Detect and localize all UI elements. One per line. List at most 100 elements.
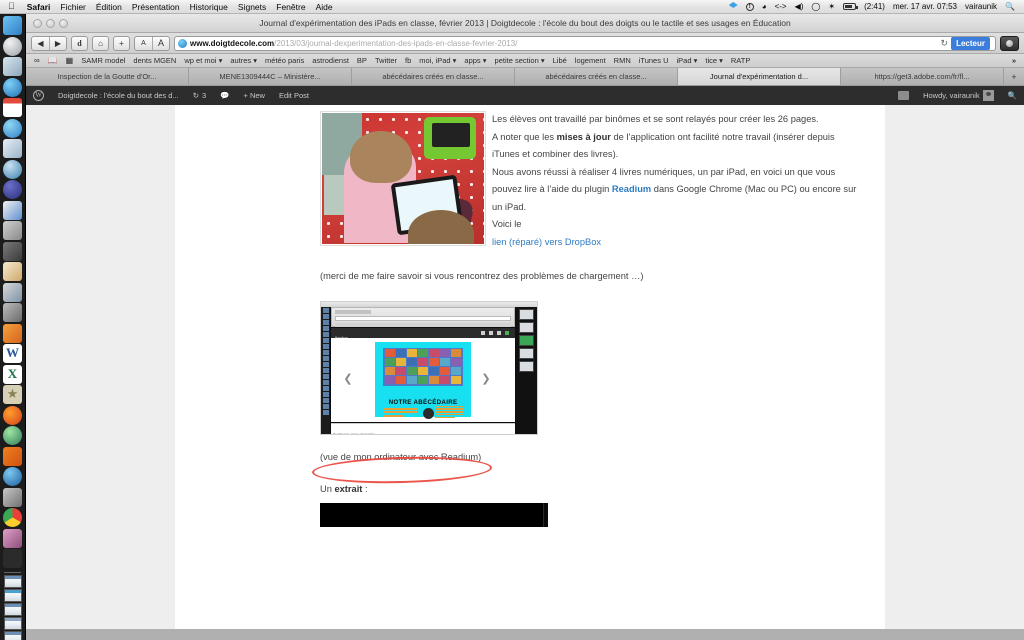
menu-item-aide[interactable]: Aide [311,0,338,14]
admin-new-button[interactable]: + New [237,86,272,105]
tab-mene1309444c[interactable]: MENE1309444C – Ministère... [189,68,352,85]
bookmark-moi-ipad[interactable]: moi, iPad ▾ [415,54,460,67]
menu-item-edition[interactable]: Édition [91,0,127,14]
dock-icon-preview[interactable] [3,221,22,240]
admin-site-name[interactable]: Doigtdecole : l'école du bout des d... [51,86,186,105]
readium-link[interactable]: Readium [612,184,651,194]
bookmark-libe[interactable]: Libé [549,54,571,67]
reader-button[interactable]: Lecteur [951,36,990,50]
bookmark-apps[interactable]: apps ▾ [460,54,490,67]
video-resize-handle[interactable] [543,502,548,527]
reading-list-icon[interactable]: ∞ [30,56,44,65]
dock-icon-globe-app[interactable] [3,426,22,445]
admin-search-icon[interactable]: 🔍 [1001,86,1024,105]
admin-howdy[interactable]: Howdy, vairaunik [916,86,1001,105]
tab-abecedaires-1[interactable]: abécédaires créés en classe... [352,68,515,85]
video-player[interactable] [320,502,548,527]
tab-inspection-goutte-dor[interactable]: Inspection de la Goutte d'Or... [26,68,189,85]
bookmark-ipad[interactable]: iPad ▾ [672,54,701,67]
dock-icon-excel[interactable]: X [3,364,22,384]
address-bar[interactable]: www.doigtdecole.com /2013/03/journal-dex… [174,35,996,51]
dock-icon-timemachine[interactable] [3,159,22,179]
dock-minimized-window[interactable] [3,588,22,602]
dock-icon-browser2[interactable] [3,77,22,97]
bookmark-astrodienst[interactable]: astrodienst [308,54,353,67]
admin-comments[interactable]: 💬 [213,86,236,105]
new-tab-button[interactable]: + [1004,68,1024,85]
dock-icon-compass[interactable] [3,180,22,199]
bookmark-meteo-paris[interactable]: météo paris [261,54,308,67]
window-controls[interactable] [26,18,68,28]
dock-icon-itunes[interactable] [3,118,22,138]
dock-icon-sketch[interactable] [3,323,22,343]
bookmark-autres[interactable]: autres ▾ [226,54,261,67]
text-smaller-button[interactable]: A [135,37,152,50]
dock-icon-ibooks[interactable] [3,139,22,158]
bookmark-rmn[interactable]: RMN [610,54,635,67]
zoom-button[interactable] [59,18,68,28]
add-bookmark-icon[interactable]: + [113,35,130,51]
window-title-bar[interactable]: Journal d'expérimentation des iPads en c… [26,14,1024,33]
dock-icon-safari[interactable] [3,36,22,56]
bookmark-fb[interactable]: fb [401,54,415,67]
prev-page-icon[interactable]: ❮ [343,373,353,387]
wifi-icon[interactable]: ◕ [758,2,771,11]
dropbox-link[interactable]: lien (réparé) vers DropBox [492,237,601,247]
text-larger-button[interactable]: A [152,36,169,50]
bookmark-petite-section[interactable]: petite section ▾ [491,54,549,67]
tab-abecedaires-2[interactable]: abécédaires créés en classe... [515,68,678,85]
bookmark-itunes-u[interactable]: iTunes U [635,54,673,67]
dock-icon-photobooth[interactable] [3,303,22,322]
exclamation-circle-icon[interactable]: ! [742,2,758,11]
chat-bubble-icon[interactable]: ◯ [807,2,824,11]
home-icon[interactable]: ⌂ [92,35,109,51]
dock-icon-calendar[interactable] [3,98,22,117]
tab-journal-experimentation[interactable]: Journal d'expérimentation d... [678,68,841,85]
menu-item-fenetre[interactable]: Fenêtre [271,0,310,14]
menu-item-signets[interactable]: Signets [233,0,271,14]
dock-icon-screensharing[interactable] [3,528,22,548]
battery-icon[interactable] [839,3,860,10]
bookmark-samr-model[interactable]: SAMR model [77,54,129,67]
next-page-icon[interactable]: ❯ [481,373,491,387]
reload-icon[interactable]: ↻ [938,38,952,49]
menu-item-fichier[interactable]: Fichier [55,0,91,14]
bookmark-tice[interactable]: tice ▾ [701,54,727,67]
dock-icon-vlc[interactable] [3,446,22,466]
admin-edit-post-button[interactable]: Edit Post [272,86,316,105]
dock-icon-star[interactable]: ★ [3,385,22,404]
dock-icon-keynote[interactable] [3,200,22,220]
bookmark-dents-mgen[interactable]: dents MGEN [129,54,180,67]
dock-icon-chrome[interactable] [3,508,22,527]
menu-bar-clock[interactable]: mer. 17 avr. 07:53 [889,2,961,11]
menu-item-safari[interactable]: Safari [22,0,56,14]
text-size-buttons[interactable]: A A [134,35,170,51]
close-button[interactable] [33,18,42,28]
dock-minimized-window[interactable] [3,630,22,640]
dock-icon-imovie[interactable] [3,282,22,302]
bookmark-wp-et-moi[interactable]: wp et moi ▾ [180,54,226,67]
wordpress-icon[interactable]: W [26,86,51,105]
top-sites-icon[interactable]: ▦ [62,56,78,65]
dock-icon-facetime[interactable] [3,241,22,261]
book-icon[interactable]: 📖 [44,56,62,65]
bluetooth-icon[interactable]: ✶ [824,2,839,11]
dock[interactable]: W X ★ [0,14,26,640]
admin-updates[interactable]: ↻ 3 [186,86,213,105]
downloads-button[interactable] [1000,35,1019,51]
dock-icon-earth[interactable] [3,467,22,486]
navigation-buttons[interactable]: ◀ ▶ [31,35,67,51]
screen-icon[interactable] [891,86,916,105]
bookmarks-overflow-icon[interactable]: » [1008,56,1020,65]
dock-icon-terminal[interactable] [3,549,22,568]
menu-item-historique[interactable]: Historique [185,0,233,14]
volume-icon[interactable]: ◀) [791,2,808,11]
dock-icon-firefox[interactable] [3,405,22,425]
forward-icon[interactable]: ▶ [49,36,66,50]
dock-icon-utility[interactable] [3,487,22,507]
dock-icon-mail[interactable] [3,57,22,76]
code-icon[interactable]: <-> [771,2,791,11]
apple-menu-icon[interactable]:  [0,2,22,11]
bookmark-logement[interactable]: logement [571,54,610,67]
menu-item-presentation[interactable]: Présentation [127,0,185,14]
